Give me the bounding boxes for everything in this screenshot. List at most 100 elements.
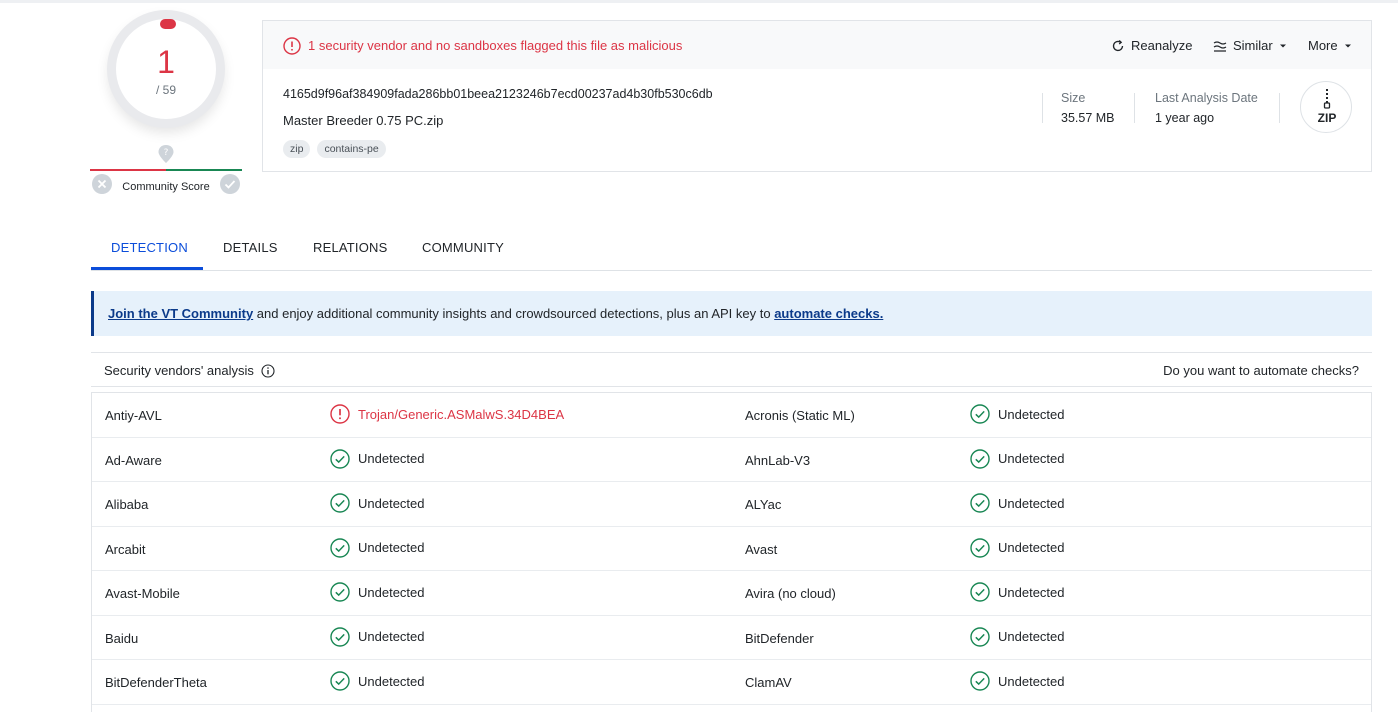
vendor-result-text: Undetected — [358, 673, 425, 689]
vendor-result: Undetected — [970, 671, 1065, 691]
tag-contains-pe[interactable]: contains-pe — [317, 140, 386, 158]
vendor-row: Alibaba Undetected ALYac Undetected — [92, 482, 1371, 527]
date-value: 1 year ago — [1155, 111, 1215, 125]
file-size: Size 35.57 MB — [1061, 91, 1115, 125]
vendor-result-text: Undetected — [998, 584, 1065, 600]
vendor-result: Undetected — [330, 493, 425, 513]
gauge-marker — [160, 19, 176, 29]
check-circle-icon — [330, 537, 350, 558]
check-circle-icon — [330, 448, 350, 469]
vendor-name: BitDefender — [745, 630, 814, 646]
vendor-row: BitDefenderTheta Undetected ClamAV Undetect… — [92, 660, 1371, 705]
vote-harmful-icon[interactable] — [92, 174, 112, 194]
tab-detection[interactable]: DETECTION — [111, 240, 188, 255]
meta-divider — [1042, 93, 1043, 123]
vendor-result-text: Undetected — [358, 540, 425, 555]
check-circle-icon — [970, 671, 990, 691]
detection-total: / 59 — [155, 83, 176, 97]
automate-checks-link[interactable]: automate checks. — [774, 306, 883, 321]
check-circle-icon — [330, 626, 350, 647]
alert-circle-icon — [330, 404, 350, 424]
check-circle-icon — [970, 404, 990, 424]
detection-count: 1 — [157, 44, 175, 80]
section-title: Security vendors' analysis — [104, 363, 275, 378]
vendor-result-text: Trojan/Generic.ASMalwS.34D4BEA — [358, 406, 565, 422]
vendor-row: Antiy-AVL Trojan/Generic.ASMalwS.34D4BEA A… — [92, 393, 1371, 438]
vendor-result: Undetected — [330, 671, 425, 691]
community-score-label: Community Score — [122, 181, 210, 193]
vendor-result-text: Undetected — [998, 629, 1065, 644]
vendor-result-text: Undetected — [358, 584, 425, 600]
banner-message: and enjoy additional community insights … — [253, 306, 775, 321]
tab-details[interactable]: DETAILS — [223, 240, 278, 255]
vendor-row: Avast-Mobile Undetected Avira (no cloud) Un… — [92, 571, 1371, 616]
tab-community[interactable]: COMMUNITY — [422, 240, 504, 255]
community-score-bar-negative — [90, 169, 166, 171]
alert-circle-icon — [283, 37, 301, 55]
caret-down-icon — [1344, 44, 1351, 47]
vendors-section-header: Security vendors' analysis Do you want t… — [91, 352, 1372, 387]
banner-text: Join the VT Community and enjoy addition… — [108, 306, 883, 321]
vendor-result: Undetected — [970, 493, 1065, 513]
vendor-result: Undetected — [970, 626, 1065, 647]
vendor-row: Ad-Aware Undetected AhnLab-V3 Undetected — [92, 438, 1371, 482]
vendor-result: Undetected — [330, 537, 425, 558]
file-tags: zip contains-pe — [283, 140, 386, 158]
vendor-name: Ad-Aware — [105, 452, 162, 468]
vendor-row: Arcabit Undetected Avast Undetected — [92, 527, 1371, 571]
vendor-name: ALYac — [745, 497, 782, 512]
vendor-result-text: Undetected — [998, 495, 1065, 511]
reanalyze-button[interactable]: Reanalyze — [1111, 38, 1192, 53]
vendor-name: Antiy-AVL — [105, 408, 162, 423]
section-title-text: Security vendors' analysis — [104, 363, 254, 378]
check-circle-icon — [330, 493, 350, 513]
vote-harmless-icon[interactable] — [220, 174, 240, 194]
vendor-result-text: Undetected — [998, 406, 1065, 422]
vendor-result-text: Undetected — [998, 451, 1065, 466]
vendor-name: Baidu — [105, 630, 139, 646]
join-community-link[interactable]: Join the VT Community — [108, 306, 253, 321]
vendor-name: ClamAV — [745, 675, 792, 690]
tab-relations[interactable]: RELATIONS — [313, 240, 388, 255]
check-circle-icon — [970, 626, 990, 647]
top-divider — [0, 0, 1398, 3]
vendor-name: Avast-Mobile — [105, 586, 180, 601]
file-type-label: ZIP — [1317, 111, 1337, 125]
similar-dropdown[interactable]: Similar — [1213, 38, 1287, 53]
more-label: More — [1308, 38, 1338, 53]
vendors-table: Antiy-AVL Trojan/Generic.ASMalwS.34D4BEA A… — [91, 392, 1372, 712]
info-icon[interactable] — [261, 363, 275, 378]
alert-message: 1 security vendor and no sandboxes flagg… — [308, 38, 683, 53]
check-circle-icon — [970, 537, 990, 558]
size-label: Size — [1061, 91, 1086, 105]
vendor-result-text: Undetected — [358, 495, 425, 511]
vendor-result: Undetected — [970, 448, 1065, 469]
file-name: Master Breeder 0.75 PC.zip — [283, 113, 444, 128]
zipper-icon — [1323, 89, 1331, 109]
similar-label: Similar — [1233, 38, 1273, 53]
similar-icon — [1213, 40, 1227, 52]
vendor-result: Trojan/Generic.ASMalwS.34D4BEA — [330, 404, 564, 424]
size-value: 35.57 MB — [1061, 111, 1115, 125]
vendor-result-text: Undetected — [998, 673, 1065, 689]
vendor-result: Undetected — [970, 537, 1065, 558]
vendor-name: Alibaba — [105, 497, 149, 512]
vendor-name: BitDefenderTheta — [105, 675, 207, 690]
report-tabs: DETECTION DETAILS RELATIONS COMMUNITY — [91, 226, 1372, 271]
check-circle-icon — [970, 493, 990, 513]
file-summary-card: 1 security vendor and no sandboxes flagg… — [262, 20, 1372, 172]
vendor-result: Undetected — [330, 448, 425, 469]
check-circle-icon — [330, 671, 350, 691]
refresh-icon — [1112, 39, 1124, 51]
automate-checks-prompt[interactable]: Do you want to automate checks? — [1163, 363, 1359, 378]
check-circle-icon — [970, 448, 990, 469]
vendor-result: Undetected — [970, 404, 1065, 424]
file-hash[interactable]: 4165d9f96af384909fada286bb01beea2123246b… — [283, 87, 713, 101]
vendor-name: Avira (no cloud) — [745, 586, 836, 601]
meta-divider — [1279, 93, 1280, 123]
more-dropdown[interactable]: More — [1308, 38, 1352, 53]
vendor-result-text: Undetected — [998, 540, 1065, 555]
check-circle-icon — [330, 582, 350, 602]
check-circle-icon — [970, 582, 990, 602]
tag-zip[interactable]: zip — [283, 140, 311, 158]
